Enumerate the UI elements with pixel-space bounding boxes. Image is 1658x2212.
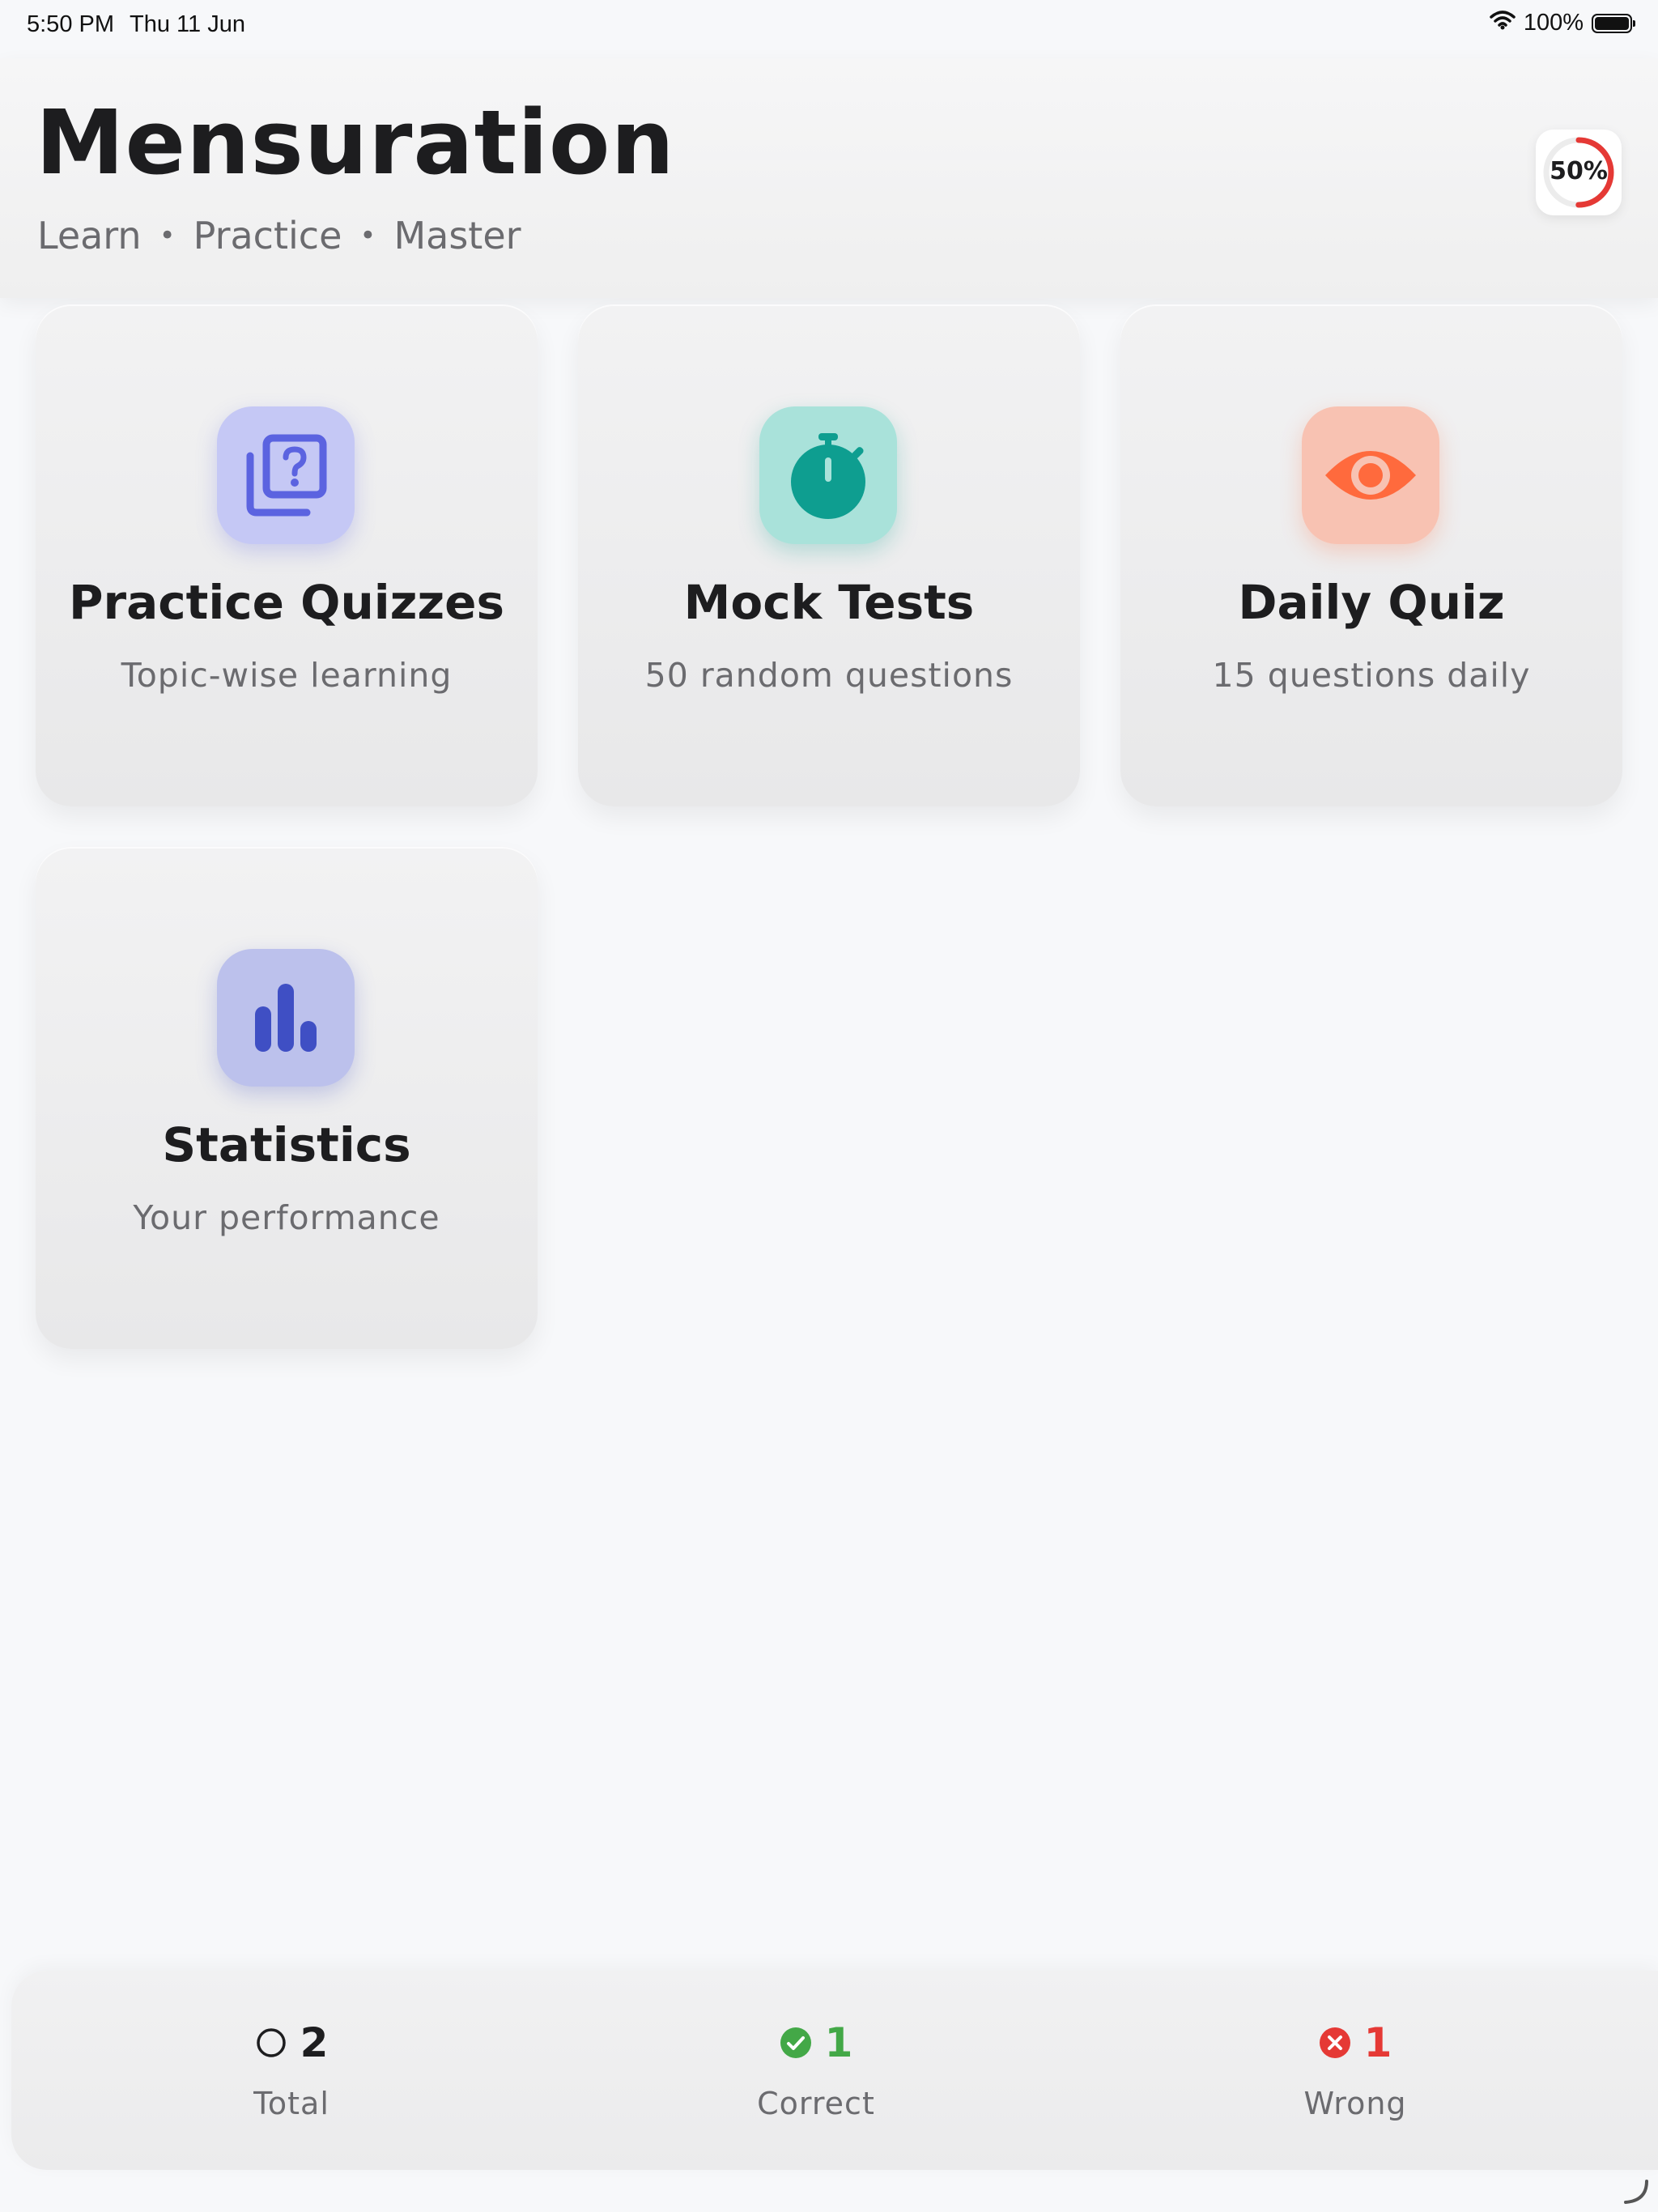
subtitle-learn: Learn — [37, 214, 142, 257]
card-subtitle: 50 random questions — [644, 656, 1014, 695]
separator-dot: • — [159, 219, 176, 252]
circle-outline-icon — [256, 2028, 286, 2057]
status-right: 100% — [1490, 10, 1635, 36]
progress-label: 50% — [1550, 157, 1608, 185]
bar-chart-icon — [255, 984, 317, 1052]
eye-icon — [1325, 451, 1416, 500]
check-circle-icon — [780, 2027, 811, 2058]
stat-correct: 1 Correct — [654, 2018, 978, 2121]
stat-label: Total — [253, 2086, 329, 2121]
status-date: Thu 11 Jun — [130, 11, 245, 37]
x-circle-icon — [1319, 2027, 1350, 2058]
stat-value: 1 — [1363, 2019, 1392, 2066]
stats-bar: 2 Total 1 Correct 1 Wrong — [11, 1971, 1658, 2170]
page-subtitle: Learn • Practice • Master — [37, 214, 521, 257]
status-bar: 5:50 PM Thu 11 Jun 100% — [0, 0, 1658, 50]
stat-label: Correct — [757, 2086, 875, 2121]
statistics-card[interactable]: Statistics Your performance — [36, 847, 538, 1349]
header: Mensuration Learn • Practice • Master 50… — [0, 58, 1658, 298]
card-subtitle: Topic-wise learning — [121, 656, 453, 695]
battery-percent: 100% — [1523, 10, 1584, 36]
status-time: 5:50 PM — [27, 11, 114, 37]
separator-dot: • — [359, 219, 376, 252]
card-subtitle: 15 questions daily — [1212, 656, 1531, 695]
wifi-icon — [1490, 10, 1516, 36]
battery-icon — [1592, 13, 1635, 33]
progress-indicator[interactable]: 50% — [1536, 130, 1622, 215]
daily-quiz-icon-tile — [1302, 406, 1439, 544]
quiz-question-icon — [246, 434, 327, 517]
resize-handle-icon[interactable] — [1622, 2178, 1650, 2206]
practice-quizzes-icon-tile — [217, 406, 355, 544]
subtitle-practice: Practice — [193, 214, 342, 257]
card-title: Statistics — [162, 1117, 411, 1172]
stat-value: 1 — [824, 2019, 853, 2066]
stat-wrong: 1 Wrong — [1193, 2018, 1517, 2121]
stopwatch-icon — [791, 433, 865, 519]
statistics-icon-tile — [217, 949, 355, 1087]
mock-tests-icon-tile — [759, 406, 897, 544]
subtitle-master: Master — [393, 214, 521, 257]
card-title: Daily Quiz — [1238, 575, 1505, 630]
card-title: Mock Tests — [683, 575, 975, 630]
practice-quizzes-card[interactable]: Practice Quizzes Topic-wise learning — [36, 304, 538, 806]
page-title: Mensuration — [36, 91, 675, 194]
card-subtitle: Your performance — [133, 1198, 440, 1237]
card-title: Practice Quizzes — [68, 575, 504, 630]
stat-total: 2 Total — [130, 2018, 453, 2121]
daily-quiz-card[interactable]: Daily Quiz 15 questions daily — [1120, 304, 1622, 806]
mock-tests-card[interactable]: Mock Tests 50 random questions — [578, 304, 1080, 806]
stat-value: 2 — [300, 2019, 329, 2066]
stat-label: Wrong — [1303, 2086, 1407, 2121]
